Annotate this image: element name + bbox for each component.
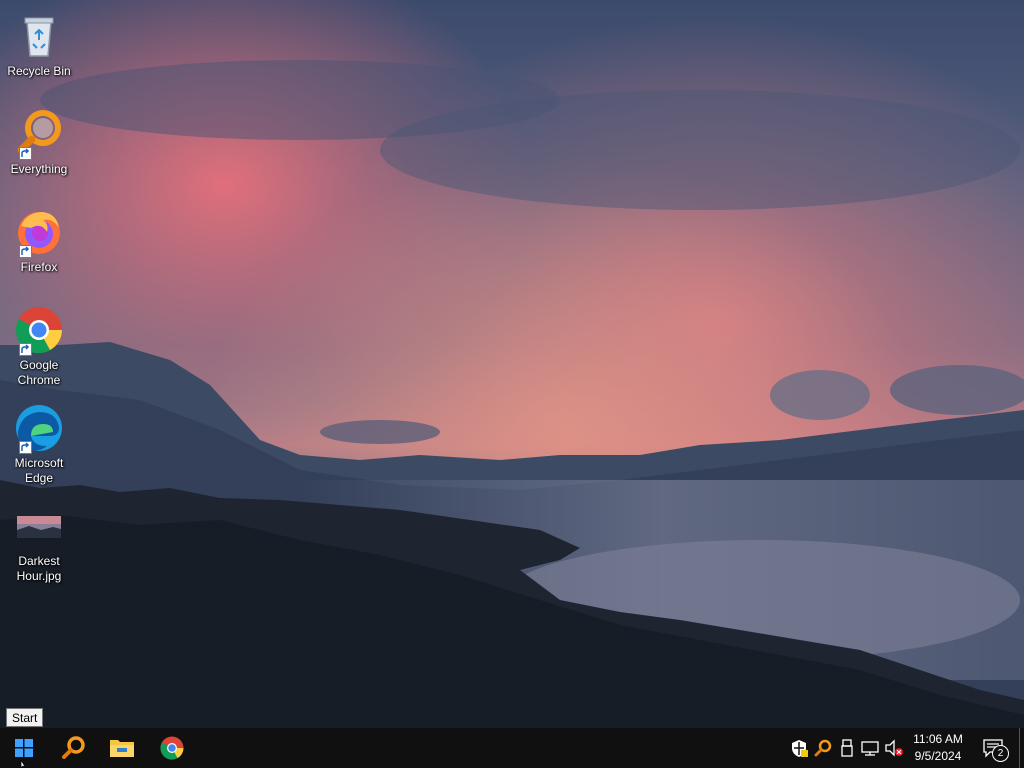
- folder-icon: [110, 740, 134, 757]
- desktop-icon-label: Darkest Hour.jpg: [16, 554, 62, 583]
- image-thumbnail-icon: [13, 500, 65, 552]
- everything-search-icon: [13, 108, 65, 160]
- desktop-icon-google-chrome[interactable]: Google Chrome: [4, 300, 74, 392]
- shortcut-arrow-icon: [19, 147, 32, 160]
- desktop-icon-label: Everything: [10, 162, 68, 176]
- clock-date: 9/5/2024: [914, 749, 962, 763]
- windows-logo-icon: [15, 739, 33, 757]
- desktop-icon-label: Microsoft Edge: [14, 456, 64, 485]
- desktop-icon-label: Google Chrome: [17, 358, 61, 387]
- chrome-icon: [13, 304, 65, 356]
- notification-count-badge: 2: [992, 745, 1009, 762]
- firefox-icon: [13, 206, 65, 258]
- desktop-icon-recycle-bin[interactable]: Recycle Bin: [4, 6, 74, 98]
- everything-search-icon: [62, 736, 85, 759]
- desktop-icon-label: Firefox: [20, 260, 58, 274]
- recycle-bin-icon: [13, 10, 65, 62]
- desktop-icon-microsoft-edge[interactable]: Microsoft Edge: [4, 398, 74, 490]
- taskbar: 11:06 AM 9/5/2024 2: [0, 728, 1024, 768]
- shortcut-arrow-icon: [19, 343, 32, 356]
- clock-time: 11:06 AM: [913, 732, 963, 746]
- shortcut-arrow-icon: [19, 245, 32, 258]
- taskbar-clock[interactable]: 11:06 AM 9/5/2024: [903, 731, 973, 765]
- desktop-icon-everything[interactable]: Everything: [4, 104, 74, 196]
- shortcut-arrow-icon: [19, 441, 32, 454]
- everything-tray-icon[interactable]: [813, 738, 833, 758]
- desktop-icon-darkest-hour-jpg[interactable]: Darkest Hour.jpg: [4, 496, 74, 588]
- wallpaper: [0, 0, 1024, 768]
- show-desktop-button[interactable]: [1019, 728, 1024, 768]
- taskbar-chrome-button[interactable]: [148, 728, 196, 768]
- desktop-icon-label: Recycle Bin: [7, 64, 71, 78]
- taskbar-file-explorer-button[interactable]: [98, 728, 146, 768]
- edge-icon: [13, 402, 65, 454]
- desktop-icon-firefox[interactable]: Firefox: [4, 202, 74, 294]
- chrome-icon: [160, 736, 184, 760]
- windows-security-icon[interactable]: [789, 738, 809, 758]
- taskbar-everything-button[interactable]: [50, 728, 98, 768]
- volume-muted-icon[interactable]: [884, 738, 904, 758]
- usb-device-icon[interactable]: [837, 738, 857, 758]
- action-center-button[interactable]: 2: [978, 728, 1018, 768]
- network-icon[interactable]: [860, 738, 880, 758]
- start-tooltip: Start: [6, 708, 44, 727]
- mouse-cursor-icon: [20, 760, 27, 768]
- desktop: Recycle Bin Everything Firefox Google Ch…: [0, 0, 1024, 768]
